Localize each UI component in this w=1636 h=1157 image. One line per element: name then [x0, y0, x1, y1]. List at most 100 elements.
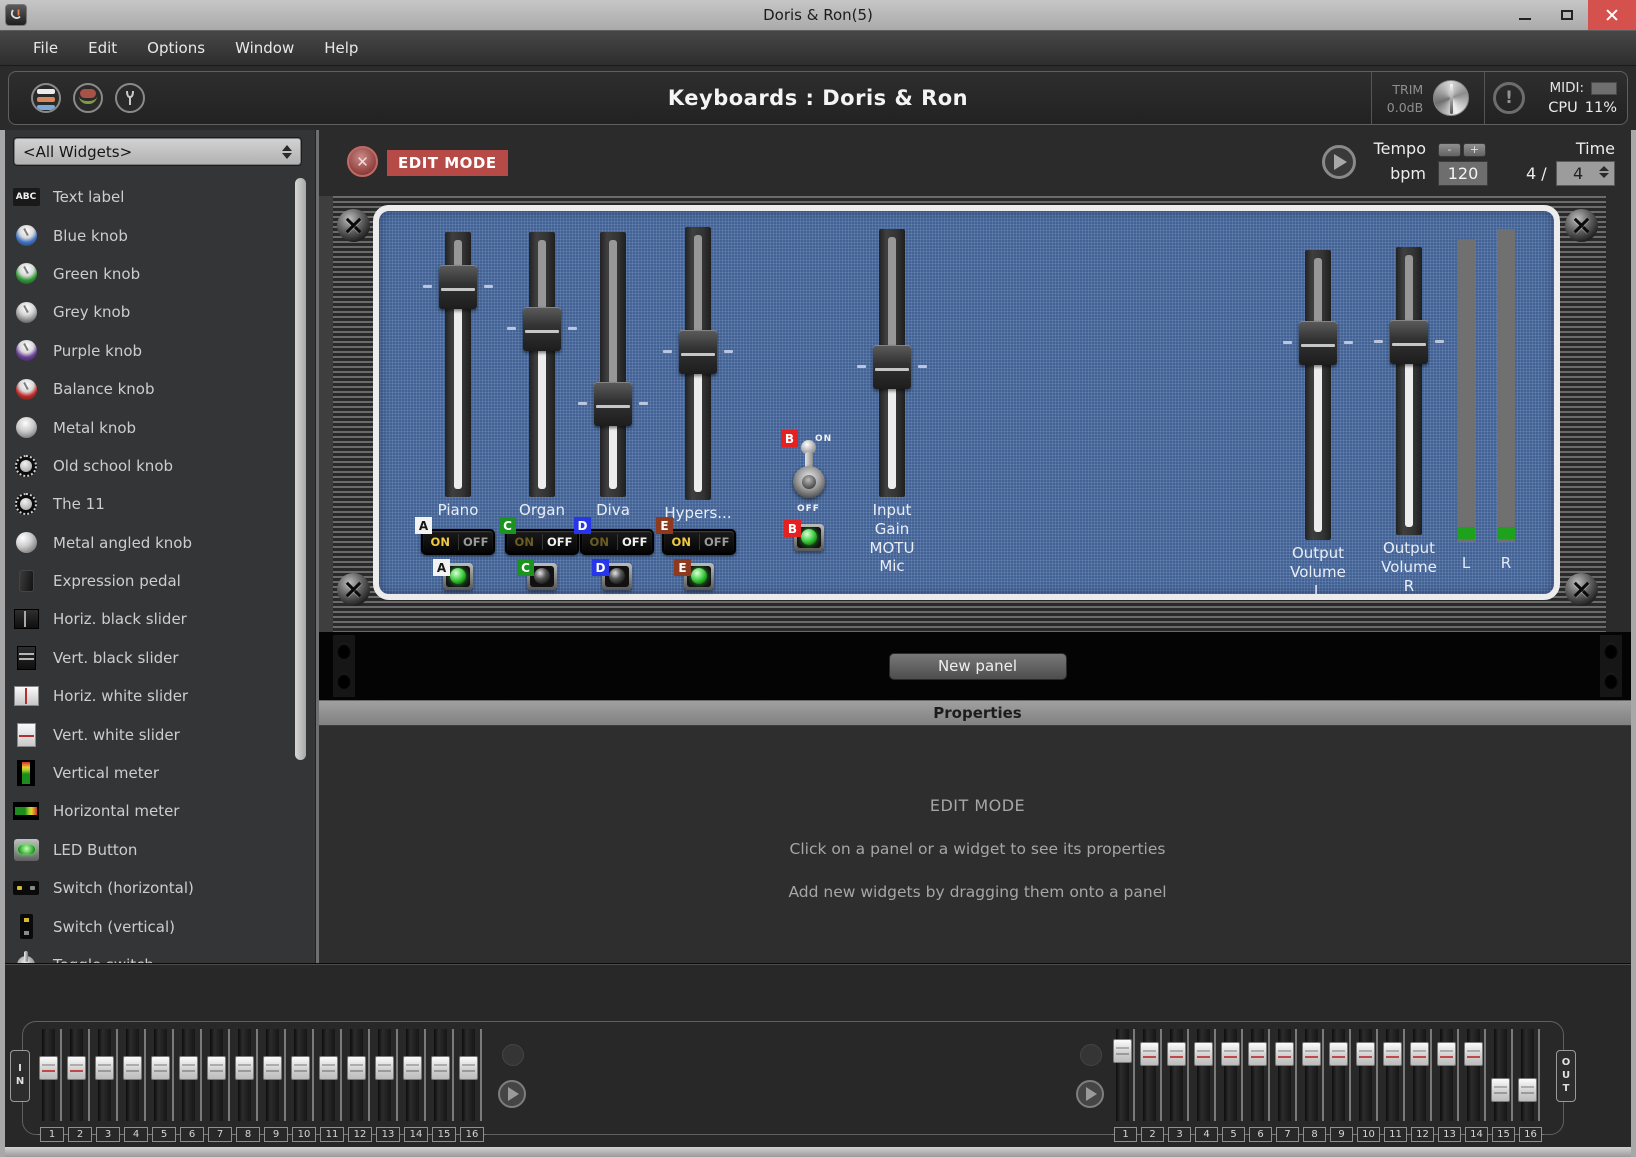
titlebar[interactable]: Doris & Ron(5) [0, 0, 1636, 30]
rack-view-icon[interactable] [31, 83, 61, 113]
midi-out-channel[interactable] [1517, 1029, 1544, 1121]
midi-in-channel[interactable] [374, 1029, 402, 1121]
fader-handle[interactable] [523, 307, 561, 351]
fader-handle[interactable] [1390, 320, 1428, 364]
channel-handle[interactable] [431, 1056, 450, 1080]
midi-in-channel[interactable] [94, 1029, 122, 1121]
midi-in-channel[interactable] [458, 1029, 486, 1121]
midi-out-channel[interactable] [1301, 1029, 1328, 1121]
midi-out-channel[interactable] [1328, 1029, 1355, 1121]
midi-in-channel[interactable] [290, 1029, 318, 1121]
channel-handle[interactable] [179, 1056, 198, 1080]
on-off-switch-hypers[interactable]: ONOFF [662, 529, 736, 555]
widget-list-item[interactable]: Old school knob [0, 447, 315, 485]
channel-handle[interactable] [1221, 1042, 1240, 1066]
midi-out-channel[interactable] [1490, 1029, 1517, 1121]
widget-list-item[interactable]: LED Button [0, 831, 315, 869]
midi-out-channel[interactable] [1220, 1029, 1247, 1121]
widget-list-item[interactable]: The 11 [0, 485, 315, 523]
channel-handle[interactable] [1491, 1078, 1510, 1102]
toggle-switch[interactable]: BONOFFB [773, 426, 845, 556]
channel-handle[interactable] [39, 1056, 58, 1080]
trim-knob[interactable] [1433, 80, 1469, 116]
widget-list-item[interactable]: Horiz. white slider [0, 677, 315, 715]
tempo-increase-button[interactable]: + [1463, 143, 1486, 157]
maximize-button[interactable] [1546, 0, 1588, 30]
time-signature-denominator-spinner[interactable]: 4 [1556, 161, 1615, 186]
midi-in-channel[interactable] [402, 1029, 430, 1121]
fader-handle[interactable] [594, 382, 632, 426]
widget-list-item[interactable]: Purple knob [0, 332, 315, 370]
channel-handle[interactable] [1410, 1042, 1429, 1066]
fader-piano[interactable]: Piano [420, 232, 496, 497]
menu-options[interactable]: Options [132, 31, 220, 65]
channel-handle[interactable] [1302, 1042, 1321, 1066]
channel-handle[interactable] [151, 1056, 170, 1080]
midi-in-channel[interactable] [38, 1029, 66, 1121]
channel-handle[interactable] [1167, 1042, 1186, 1066]
bridge-play-button-left[interactable] [498, 1080, 526, 1108]
midi-out-channel[interactable] [1409, 1029, 1436, 1121]
widget-list-item[interactable]: Balance knob [0, 370, 315, 408]
midi-in-channel[interactable] [346, 1029, 374, 1121]
widget-list-item[interactable]: Horizontal meter [0, 792, 315, 830]
channel-handle[interactable] [123, 1056, 142, 1080]
on-off-switch-diva[interactable]: ONOFF [580, 529, 654, 555]
channel-handle[interactable] [347, 1056, 366, 1080]
tuner-icon[interactable] [115, 83, 145, 113]
midi-in-channel[interactable] [66, 1029, 94, 1121]
wiring-view-icon[interactable] [73, 83, 103, 113]
channel-handle[interactable] [291, 1056, 310, 1080]
widget-list-item[interactable]: Metal knob [0, 408, 315, 446]
channel-handle[interactable] [1518, 1078, 1537, 1102]
channel-handle[interactable] [319, 1056, 338, 1080]
fader-organ[interactable]: Organ [504, 232, 580, 497]
widget-list-item[interactable]: Expression pedal [0, 562, 315, 600]
midi-out-channel[interactable] [1355, 1029, 1382, 1121]
fader-output-volume-l[interactable]: Output Volume L [1280, 250, 1356, 540]
channel-handle[interactable] [95, 1056, 114, 1080]
widget-list-item[interactable]: Switch (vertical) [0, 907, 315, 945]
fader-input-gain[interactable]: Input Gain MOTU Mic [854, 229, 930, 497]
midi-in-channel[interactable] [178, 1029, 206, 1121]
fader-handle[interactable] [1299, 321, 1337, 365]
rack-panel-surface[interactable]: PianoOrganDivaHypers...Input Gain MOTU M… [373, 205, 1560, 600]
midi-out-channel[interactable] [1274, 1029, 1301, 1121]
widget-list-item[interactable]: Toggle switch [0, 946, 315, 963]
widget-list-item[interactable]: Vertical meter [0, 754, 315, 792]
midi-out-channel[interactable] [1247, 1029, 1274, 1121]
bpm-value-field[interactable]: 120 [1438, 161, 1488, 186]
channel-handle[interactable] [263, 1056, 282, 1080]
menu-window[interactable]: Window [220, 31, 309, 65]
panic-icon[interactable]: ! [1493, 82, 1525, 114]
midi-in-channel[interactable] [318, 1029, 346, 1121]
midi-in-channel[interactable] [430, 1029, 458, 1121]
channel-handle[interactable] [1329, 1042, 1348, 1066]
midi-in-channel[interactable] [206, 1029, 234, 1121]
midi-out-channel[interactable] [1382, 1029, 1409, 1121]
channel-handle[interactable] [1113, 1039, 1132, 1063]
menu-edit[interactable]: Edit [73, 31, 132, 65]
widget-list-item[interactable]: Horiz. black slider [0, 600, 315, 638]
fader-output-volume-r[interactable]: Output Volume R [1371, 247, 1447, 535]
channel-handle[interactable] [1248, 1042, 1267, 1066]
edit-mode-icon[interactable]: ✕ [347, 146, 378, 177]
fader-diva[interactable]: Diva [575, 232, 651, 497]
fader-handle[interactable] [873, 345, 911, 389]
channel-handle[interactable] [67, 1056, 86, 1080]
midi-out-channel[interactable] [1193, 1029, 1220, 1121]
midi-out-channel[interactable] [1112, 1029, 1139, 1121]
close-button[interactable] [1588, 0, 1636, 30]
channel-handle[interactable] [1437, 1042, 1456, 1066]
new-panel-button[interactable]: New panel [889, 653, 1067, 680]
channel-handle[interactable] [403, 1056, 422, 1080]
midi-out-channel[interactable] [1463, 1029, 1490, 1121]
fader-handle[interactable] [439, 265, 477, 309]
widget-list-item[interactable]: Grey knob [0, 293, 315, 331]
midi-in-channel[interactable] [122, 1029, 150, 1121]
midi-in-channel[interactable] [234, 1029, 262, 1121]
midi-out-channel[interactable] [1436, 1029, 1463, 1121]
midi-in-channel[interactable] [262, 1029, 290, 1121]
midi-in-channel[interactable] [150, 1029, 178, 1121]
widget-list-item[interactable]: Vert. white slider [0, 715, 315, 753]
